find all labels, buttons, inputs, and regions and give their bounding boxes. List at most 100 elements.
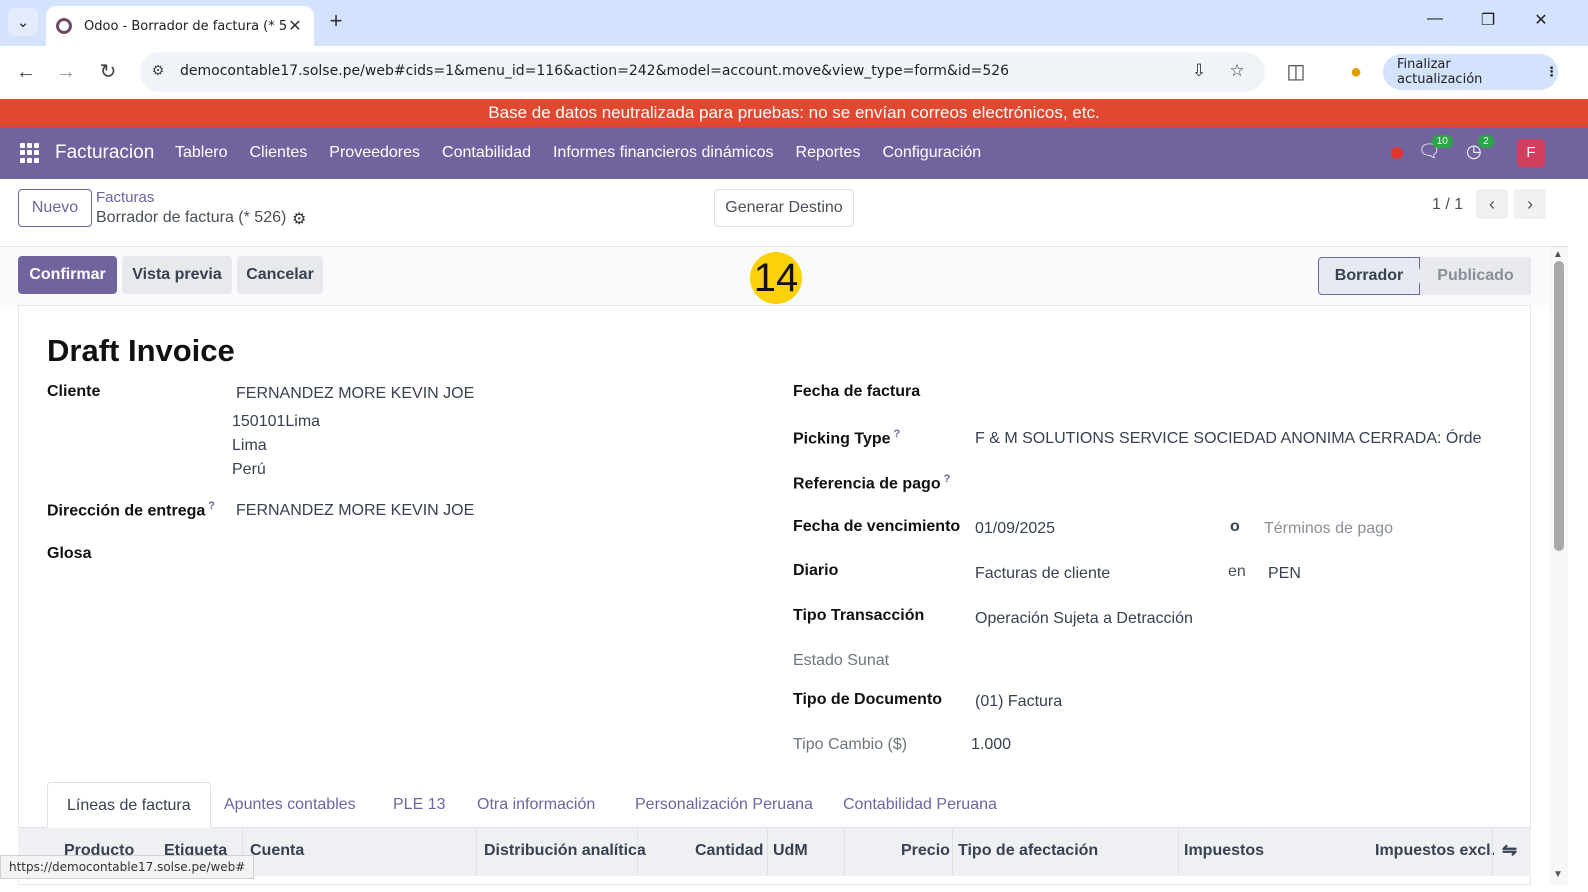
en-text: en <box>1228 563 1246 580</box>
col-impuestos-excl[interactable]: Impuestos excl. <box>1375 842 1495 860</box>
menu-tablero[interactable]: Tablero <box>175 144 227 162</box>
pager-next-icon[interactable]: › <box>1514 189 1546 219</box>
help-icon[interactable]: ? <box>944 473 951 485</box>
url-text[interactable]: democontable17.solse.pe/web#cids=1&menu_… <box>180 63 1009 79</box>
tipo-transaccion-field[interactable]: Operación Sujeta a Detracción <box>975 610 1193 628</box>
page-title: Draft Invoice <box>47 333 235 368</box>
activities-badge: 2 <box>1478 135 1494 148</box>
tab-lineas-factura[interactable]: Líneas de factura <box>47 782 211 828</box>
new-tab-button[interactable]: + <box>324 10 348 34</box>
glosa-label: Glosa <box>47 545 92 562</box>
status-url: https://democontable17.solse.pe/web# <box>0 855 255 879</box>
col-cantidad[interactable]: Cantidad <box>695 842 763 860</box>
menu-reportes[interactable]: Reportes <box>796 144 861 162</box>
terminos-pago-field[interactable]: Términos de pago <box>1264 520 1393 538</box>
control-panel: Nuevo Facturas Borrador de factura (* 52… <box>0 179 1568 247</box>
menu-configuracion[interactable]: Configuración <box>882 144 981 162</box>
menu-proveedores[interactable]: Proveedores <box>329 144 420 162</box>
minimize-icon[interactable]: — <box>1423 10 1447 34</box>
col-divider <box>844 828 845 876</box>
col-precio[interactable]: Precio <box>901 842 950 860</box>
cancel-button[interactable]: Cancelar <box>237 256 323 294</box>
help-icon[interactable]: ? <box>894 428 901 440</box>
col-tipo-afectacion[interactable]: Tipo de afectación <box>958 842 1098 860</box>
browser-tab[interactable]: Odoo - Borrador de factura (* 5 ✕ <box>46 6 314 46</box>
site-settings-icon[interactable]: ⚙ <box>148 62 168 82</box>
scroll-thumb[interactable] <box>1554 261 1564 551</box>
gear-icon[interactable]: ⚙ <box>292 209 306 229</box>
more-icon[interactable]: ⋮ <box>1545 65 1558 80</box>
menu-informes[interactable]: Informes financieros dinámicos <box>553 144 774 162</box>
state-draft[interactable]: Borrador <box>1318 257 1420 295</box>
pager-value[interactable]: 1 / 1 <box>1432 196 1463 214</box>
back-icon[interactable]: ← <box>12 58 40 86</box>
address-bar[interactable]: ⚙ democontable17.solse.pe/web#cids=1&men… <box>140 52 1265 92</box>
entrega-label: Dirección de entrega? <box>47 500 215 520</box>
scroll-up-icon[interactable]: ▲ <box>1553 249 1563 260</box>
menu-contabilidad[interactable]: Contabilidad <box>442 144 531 162</box>
currency-field[interactable]: PEN <box>1268 565 1301 583</box>
odoo-favicon-icon <box>56 18 72 34</box>
generate-destination-button[interactable]: Generar Destino <box>714 189 854 227</box>
col-impuestos[interactable]: Impuestos <box>1184 842 1264 860</box>
tab-ple-13[interactable]: PLE 13 <box>374 782 464 828</box>
forward-icon[interactable]: → <box>52 58 80 86</box>
tipo-documento-field[interactable]: (01) Factura <box>975 693 1062 711</box>
close-tab-icon[interactable]: ✕ <box>286 16 304 36</box>
form-tabs: Líneas de factura Apuntes contables PLE … <box>18 782 1531 828</box>
profile-icon[interactable]: ● <box>1342 58 1370 86</box>
browser-toolbar: ← → ↻ ⚙ democontable17.solse.pe/web#cids… <box>0 46 1588 98</box>
col-divider <box>767 828 768 876</box>
diario-field[interactable]: Facturas de cliente <box>975 565 1110 583</box>
entrega-field[interactable]: FERNANDEZ MORE KEVIN JOE <box>236 502 474 520</box>
preview-button[interactable]: Vista previa <box>122 256 232 294</box>
new-button[interactable]: Nuevo <box>18 189 92 227</box>
tab-title: Odoo - Borrador de factura (* 5 <box>84 18 286 34</box>
estado-sunat-label: Estado Sunat <box>793 652 890 669</box>
ref-pago-field[interactable] <box>975 473 1455 495</box>
col-distribucion[interactable]: Distribución analítica <box>484 842 646 860</box>
tab-apuntes-contables[interactable]: Apuntes contables <box>205 782 375 828</box>
breadcrumb-parent[interactable]: Facturas <box>96 189 154 206</box>
install-icon[interactable]: ⇩ <box>1188 61 1210 83</box>
tab-otra-informacion[interactable]: Otra información <box>458 782 614 828</box>
update-button[interactable]: Finalizar actualización ⋮ <box>1383 54 1558 90</box>
extensions-icon[interactable]: ◫ <box>1282 58 1310 86</box>
optional-columns-icon[interactable]: ⇋ <box>1502 840 1517 861</box>
cliente-address-line1: 150101Lima <box>232 413 321 430</box>
cliente-field[interactable]: FERNANDEZ MORE KEVIN JOE <box>236 385 474 403</box>
tab-list-button[interactable]: ⌄ <box>8 8 38 36</box>
app-brand[interactable]: Facturacion <box>55 142 154 164</box>
activities-icon[interactable]: ◷ 2 <box>1466 135 1494 162</box>
main-navbar: Facturacion Tablero Clientes Proveedores… <box>0 127 1588 179</box>
cliente-address-line2: Lima <box>232 437 267 454</box>
confirm-button[interactable]: Confirmar <box>18 256 117 294</box>
top-menu: Tablero Clientes Proveedores Contabilida… <box>175 144 981 162</box>
apps-menu-icon[interactable] <box>20 143 40 163</box>
messages-icon[interactable]: 🗨 10 <box>1418 135 1453 162</box>
pager-previous-icon[interactable]: ‹ <box>1476 189 1508 219</box>
vencimiento-label: Fecha de vencimiento <box>793 518 961 535</box>
chevron-down-icon: ⌄ <box>16 14 30 31</box>
state-posted[interactable]: Publicado <box>1420 257 1531 295</box>
col-cuenta[interactable]: Cuenta <box>250 842 304 860</box>
vencimiento-field[interactable]: 01/09/2025 <box>975 520 1055 538</box>
browser-tabbar: ⌄ Odoo - Borrador de factura (* 5 ✕ + — … <box>0 0 1588 46</box>
tab-personalizacion-peruana[interactable]: Personalización Peruana <box>616 782 832 828</box>
tab-contabilidad-peruana[interactable]: Contabilidad Peruana <box>824 782 1016 828</box>
record-status-icon[interactable] <box>1391 147 1403 159</box>
restore-icon[interactable]: ❐ <box>1476 10 1500 34</box>
star-icon[interactable]: ☆ <box>1226 61 1248 83</box>
user-avatar[interactable]: F <box>1517 139 1545 167</box>
help-icon[interactable]: ? <box>208 500 215 512</box>
page-scrollbar[interactable]: ▲ ▼ <box>1550 247 1568 885</box>
tipo-cambio-field[interactable]: 1.000 <box>971 736 1011 754</box>
reload-icon[interactable]: ↻ <box>94 58 122 86</box>
col-udm[interactable]: UdM <box>773 842 808 860</box>
menu-clientes[interactable]: Clientes <box>249 144 307 162</box>
fecha-factura-field[interactable] <box>975 383 1455 405</box>
scroll-down-icon[interactable]: ▼ <box>1553 869 1563 880</box>
close-window-icon[interactable]: ✕ <box>1529 10 1553 34</box>
col-divider <box>952 828 953 876</box>
picking-type-field[interactable]: F & M SOLUTIONS SERVICE SOCIEDAD ANONIMA… <box>975 430 1481 448</box>
